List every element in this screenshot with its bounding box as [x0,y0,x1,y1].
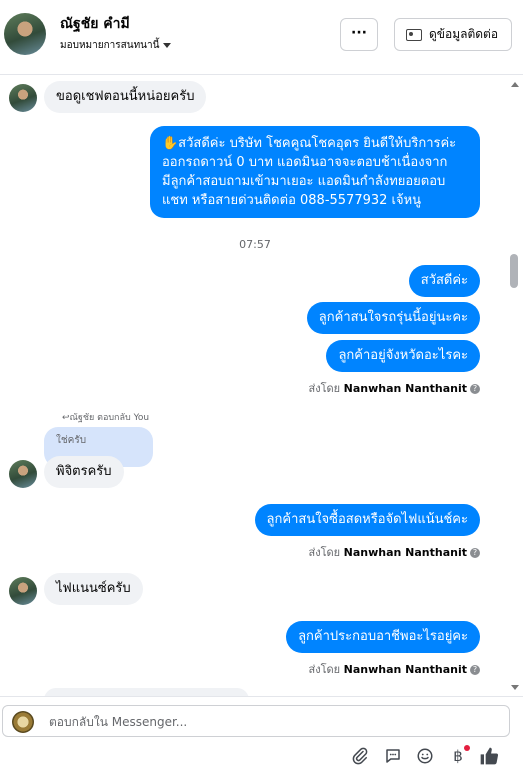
help-icon[interactable]: ? [470,548,480,558]
timestamp: 07:57 [239,238,271,251]
reply-indicator: ↩ณัฐชัย ตอบกลับ You [62,413,150,423]
outgoing-message: ✋สวัสดีค่ะ บริษัท โชคคูณโชคอุดร ยินดีให้… [150,126,480,218]
sender-avatar [9,460,37,488]
sent-by-prefix: ส่งโดย [308,546,341,559]
saved-reply-icon[interactable] [382,745,404,767]
more-options-button[interactable]: ··· [340,18,378,51]
contact-avatar[interactable] [4,13,46,55]
caret-down-icon [163,42,172,48]
scroll-up-icon[interactable] [511,82,519,87]
help-icon[interactable]: ? [470,665,480,675]
conversation-header: ณัฐชัย คำมี มอบหมายการสนทนานี้ ··· ดูข้อ… [0,0,523,75]
incoming-message-partial [44,688,249,696]
message-line: ออกรถดาวน์ 0 บาท แอดมินอาจจะตอบช้าเนื่อง… [162,155,448,170]
contact-name[interactable]: ณัฐชัย คำมี [60,13,130,35]
contact-card-icon [406,28,422,41]
sent-by-prefix: ส่งโดย [308,663,341,676]
sent-by-label: ส่งโดย Nanwhan Nanthanit? [309,660,480,678]
assign-dropdown[interactable]: มอบหมายการสนทนานี้ [60,38,172,53]
outgoing-message: ลูกค้าสนใจรถรุ่นนี้อยู่นะคะ [306,302,480,334]
sender-avatar [9,577,37,605]
outgoing-message: ลูกค้าประกอบอาชีพอะไรอยู่คะ [286,621,480,653]
outgoing-message: ลูกค้าสนใจซื้อสดหรือจัดไฟแน้นช์คะ [254,504,480,536]
view-contact-button[interactable]: ดูข้อมูลติดต่อ [394,18,512,51]
scrollbar[interactable] [509,76,521,696]
reply-input[interactable]: ตอบกลับใน Messenger... [2,705,510,737]
assign-label: มอบหมายการสนทนานี้ [60,40,160,51]
incoming-message: พิจิตรครับ [44,456,124,488]
incoming-message: ไฟแนนซ์ครับ [44,573,143,605]
sender-name: Nanwhan Nanthanit [343,663,467,676]
message-line: มีลูกค้าสอบถามเข้ามาเยอะ แอดมินกำลังทยอย… [162,174,446,189]
smile-icon[interactable] [414,745,436,767]
page-avatar [12,711,34,733]
outgoing-message: ลูกค้าอยู่จังหวัดอะไรคะ [326,340,480,372]
sent-by-label: ส่งโดย Nanwhan Nanthanit? [309,543,480,561]
paperclip-icon[interactable] [349,745,371,767]
notification-dot-icon [464,745,470,751]
view-contact-label: ดูข้อมูลติดต่อ [429,27,499,41]
sent-by-label: ส่งโดย Nanwhan Nanthanit? [309,379,480,397]
reply-placeholder: ตอบกลับใน Messenger... [49,715,188,729]
sent-by-prefix: ส่งโดย [308,382,341,395]
scroll-down-icon[interactable] [511,685,519,690]
outgoing-message: สวัสดีค่ะ [408,265,480,297]
sender-name: Nanwhan Nanthanit [343,546,467,559]
composer: ตอบกลับใน Messenger... ฿ [0,696,523,772]
sender-avatar [9,84,37,112]
help-icon[interactable]: ? [470,384,480,394]
sender-name: Nanwhan Nanthanit [343,382,467,395]
scrollbar-thumb[interactable] [510,254,518,288]
thumbs-up-icon[interactable] [478,745,500,767]
message-thread[interactable]: ขอดูเชฟตอนนี้หน่อยครับ ✋สวัสดีค่ะ บริษัท… [0,76,510,696]
incoming-message: ขอดูเชฟตอนนี้หน่อยครับ [44,81,207,113]
message-line: ✋สวัสดีค่ะ บริษัท โชคคูณโชคอุดร ยินดีให้… [162,136,457,151]
message-line: แชท หรือสายด่วนติดต่อ 088-5577932 เจ้หนู [162,193,422,208]
